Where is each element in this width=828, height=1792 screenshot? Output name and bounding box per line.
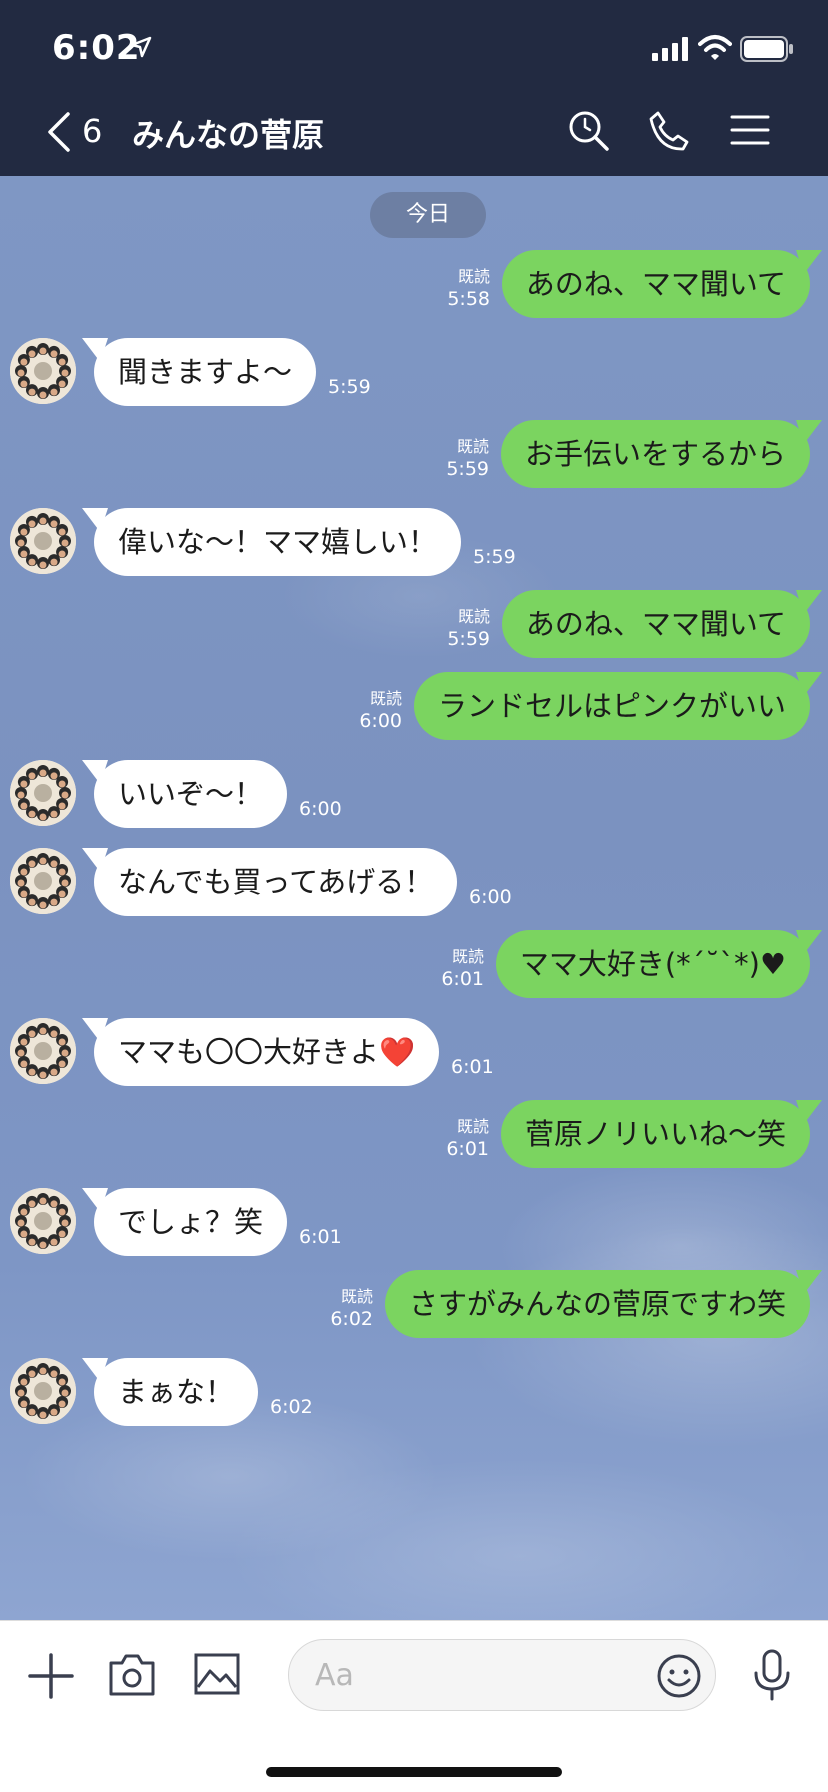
app: 6:02 6 みんなの菅原 今日 あのね、ママ聞いて 既読 5:58 聞きますよ… (0, 0, 828, 1792)
incoming-message: 聞きますよ〜 5:59 (0, 338, 828, 406)
message-bubble[interactable]: まぁな！ (94, 1358, 259, 1426)
message-meta: 既読 5:59 (447, 606, 490, 650)
chat-title: みんなの菅原 (132, 116, 325, 154)
message-time: 5:58 (447, 288, 490, 310)
outgoing-message: あのね、ママ聞いて 既読 5:58 (0, 250, 828, 318)
message-time: 6:02 (330, 1308, 373, 1330)
phone-icon[interactable] (648, 110, 690, 156)
camera-icon[interactable] (108, 1653, 156, 1701)
avatar[interactable] (10, 1188, 76, 1254)
avatar[interactable] (10, 338, 76, 404)
message-time: 6:02 (270, 1396, 313, 1418)
message-bubble[interactable]: 菅原ノリいいね〜笑 (500, 1100, 810, 1168)
message-time: 5:59 (473, 546, 516, 568)
read-receipt: 既読 (456, 437, 489, 456)
nav-bar: 6 みんなの菅原 (0, 100, 828, 176)
emoji-icon[interactable] (656, 1653, 702, 1703)
microphone-icon[interactable] (752, 1649, 792, 1705)
message-bubble[interactable]: ママも〇〇大好きよ❤️ (94, 1018, 440, 1086)
input-bar (0, 1620, 828, 1792)
message-time: 5:59 (328, 376, 371, 398)
status-bar: 6:02 (0, 0, 828, 100)
search-icon[interactable] (568, 110, 610, 156)
outgoing-message: あのね、ママ聞いて 既読 5:59 (0, 590, 828, 658)
message-time: 6:01 (441, 968, 484, 990)
image-icon[interactable] (194, 1653, 240, 1699)
plus-icon[interactable] (28, 1653, 74, 1703)
incoming-message: でしょ？笑 6:01 (0, 1188, 828, 1256)
date-divider: 今日 (370, 192, 486, 238)
incoming-message: いいぞ〜！ 6:00 (0, 760, 828, 828)
outgoing-message: さすがみんなの菅原ですわ笑 既読 6:02 (0, 1270, 828, 1338)
message-bubble[interactable]: 聞きますよ〜 (94, 338, 317, 406)
outgoing-message: ランドセルはピンクがいい 既読 6:00 (0, 672, 828, 740)
message-time: 6:01 (451, 1056, 494, 1078)
message-bubble[interactable]: いいぞ〜！ (94, 760, 288, 828)
outgoing-message: 菅原ノリいいね〜笑 既読 6:01 (0, 1100, 828, 1168)
status-time: 6:02 (52, 28, 141, 68)
read-receipt: 既読 (451, 947, 484, 966)
message-meta: 既読 6:01 (446, 1116, 489, 1160)
message-meta: 既読 5:58 (447, 266, 490, 310)
message-bubble[interactable]: 偉いな〜！ママ嬉しい！ (94, 508, 462, 576)
message-bubble[interactable]: あのね、ママ聞いて (501, 250, 810, 318)
read-receipt: 既読 (456, 1117, 489, 1136)
message-meta: 既読 5:59 (446, 436, 489, 480)
message-bubble[interactable]: でしょ？笑 (94, 1188, 288, 1256)
message-time: 5:59 (447, 628, 490, 650)
incoming-message: まぁな！ 6:02 (0, 1358, 828, 1426)
unread-count: 6 (82, 112, 103, 150)
message-meta: 既読 6:00 (359, 688, 402, 732)
chat-area[interactable]: 今日 あのね、ママ聞いて 既読 5:58 聞きますよ〜 5:59 お手伝いをするから 既読 5… (0, 176, 828, 1620)
message-time: 6:01 (446, 1138, 489, 1160)
incoming-message: ママも〇〇大好きよ❤️ 6:01 (0, 1018, 828, 1086)
battery-icon (740, 36, 794, 66)
avatar[interactable] (10, 760, 76, 826)
avatar[interactable] (10, 1018, 76, 1084)
read-receipt: 既読 (457, 267, 490, 286)
message-meta: 既読 6:01 (441, 946, 484, 990)
incoming-message: 偉いな〜！ママ嬉しい！ 5:59 (0, 508, 828, 576)
header: 6:02 6 みんなの菅原 (0, 0, 828, 176)
message-bubble[interactable]: なんでも買ってあげる！ (94, 848, 458, 916)
wifi-icon (698, 34, 732, 66)
message-meta: 既読 6:02 (330, 1286, 373, 1330)
signal-icon (652, 37, 690, 65)
incoming-message: なんでも買ってあげる！ 6:00 (0, 848, 828, 916)
read-receipt: 既読 (369, 689, 402, 708)
message-time: 5:59 (446, 458, 489, 480)
message-time: 6:00 (469, 886, 512, 908)
read-receipt: 既読 (340, 1287, 373, 1306)
message-bubble[interactable]: お手伝いをするから (500, 420, 810, 488)
message-time: 6:01 (299, 1226, 342, 1248)
outgoing-message: お手伝いをするから 既読 5:59 (0, 420, 828, 488)
avatar[interactable] (10, 508, 76, 574)
location-arrow-icon (130, 36, 152, 62)
home-indicator (266, 1767, 562, 1777)
back-button[interactable] (46, 110, 72, 158)
avatar[interactable] (10, 848, 76, 914)
menu-icon[interactable] (730, 114, 770, 150)
message-input[interactable] (288, 1639, 716, 1711)
read-receipt: 既読 (457, 607, 490, 626)
message-bubble[interactable]: ママ大好き(*´˘`*)♥ (495, 930, 810, 998)
message-time: 6:00 (299, 798, 342, 820)
avatar[interactable] (10, 1358, 76, 1424)
message-time: 6:00 (359, 710, 402, 732)
message-bubble[interactable]: さすがみんなの菅原ですわ笑 (384, 1270, 810, 1338)
outgoing-message: ママ大好き(*´˘`*)♥ 既読 6:01 (0, 930, 828, 998)
message-bubble[interactable]: ランドセルはピンクがいい (413, 672, 810, 740)
message-bubble[interactable]: あのね、ママ聞いて (501, 590, 810, 658)
